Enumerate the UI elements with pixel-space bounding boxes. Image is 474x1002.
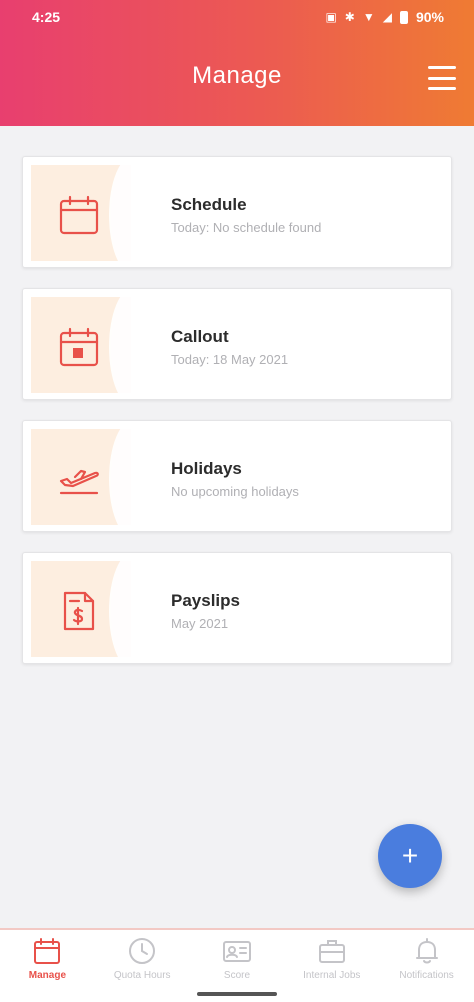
status-time: 4:25 bbox=[32, 9, 61, 25]
plane-icon bbox=[59, 469, 99, 495]
calendar-callout-icon bbox=[59, 327, 99, 367]
hamburger-icon-bar bbox=[428, 66, 456, 69]
card-title: Holidays bbox=[171, 459, 242, 478]
hamburger-icon-bar bbox=[428, 87, 456, 90]
status-icons: ▣ ✱ ▼ ◢ 90% bbox=[325, 9, 444, 25]
home-indicator[interactable] bbox=[197, 992, 277, 996]
bluetooth-icon: ✱ bbox=[344, 10, 355, 24]
app-header: 4:25 ▣ ✱ ▼ ◢ 90% Manage bbox=[0, 0, 474, 126]
signal-icon: ◢ bbox=[382, 10, 392, 24]
nav-item-notifications[interactable]: Notifications bbox=[379, 930, 474, 1002]
nav-item-manage[interactable]: Manage bbox=[0, 930, 95, 1002]
calendar-icon bbox=[59, 195, 99, 235]
card-thumbnail bbox=[31, 297, 131, 393]
manage-cards: Schedule Today: No schedule found Callou… bbox=[22, 156, 452, 684]
nfc-icon: ▣ bbox=[325, 10, 337, 24]
clock-icon bbox=[129, 938, 156, 964]
card-subtitle: Today: 18 May 2021 bbox=[171, 352, 289, 367]
id-card-icon bbox=[222, 941, 251, 962]
bottom-nav: Manage Quota Hours Score Internal Jobs N… bbox=[0, 928, 474, 1002]
status-bar: 4:25 ▣ ✱ ▼ ◢ 90% bbox=[0, 0, 474, 34]
add-button[interactable]: + bbox=[378, 824, 442, 888]
payslip-icon bbox=[63, 591, 95, 631]
card-title: Payslips bbox=[171, 591, 240, 610]
battery-icon bbox=[399, 10, 408, 24]
page-title: Manage bbox=[192, 62, 282, 89]
menu-button[interactable] bbox=[428, 66, 456, 90]
card-subtitle: No upcoming holidays bbox=[171, 484, 299, 499]
card-thumbnail bbox=[31, 429, 131, 525]
holidays-card[interactable]: Holidays No upcoming holidays bbox=[22, 420, 452, 532]
card-subtitle: Today: No schedule found bbox=[171, 220, 322, 235]
briefcase-icon bbox=[318, 940, 345, 963]
nav-item-internal-jobs[interactable]: Internal Jobs bbox=[284, 930, 379, 1002]
battery-level: 90% bbox=[415, 9, 444, 25]
calendar-icon bbox=[34, 938, 61, 964]
card-subtitle: May 2021 bbox=[171, 616, 229, 631]
wifi-icon: ▼ bbox=[362, 10, 375, 24]
payslips-card[interactable]: Payslips May 2021 bbox=[22, 552, 452, 664]
nav-label: Manage bbox=[28, 970, 67, 981]
card-thumbnail bbox=[31, 165, 131, 261]
nav-label: Internal Jobs bbox=[303, 970, 361, 981]
bell-icon bbox=[415, 938, 438, 964]
nav-item-quota-hours[interactable]: Quota Hours bbox=[95, 930, 190, 1002]
card-title: Callout bbox=[171, 327, 229, 346]
nav-label: Notifications bbox=[399, 970, 454, 981]
hamburger-icon-bar bbox=[428, 76, 456, 80]
callout-card[interactable]: Callout Today: 18 May 2021 bbox=[22, 288, 452, 400]
schedule-card[interactable]: Schedule Today: No schedule found bbox=[22, 156, 452, 268]
nav-label: Score bbox=[223, 970, 251, 981]
card-title: Schedule bbox=[171, 195, 247, 214]
card-thumbnail bbox=[31, 561, 131, 657]
nav-label: Quota Hours bbox=[113, 970, 171, 981]
